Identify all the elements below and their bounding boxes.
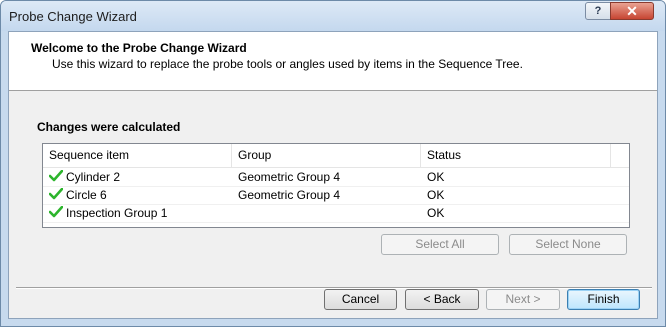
page-title: Welcome to the Probe Change Wizard bbox=[31, 41, 247, 55]
sequence-item-label: Cylinder 2 bbox=[66, 170, 121, 184]
changes-list[interactable]: Sequence item Group Status Cylinder 2 Ge… bbox=[42, 143, 630, 228]
wizard-window: Probe Change Wizard ? ✕ Welcome to the P… bbox=[0, 0, 666, 327]
checkmark-icon bbox=[49, 170, 63, 182]
list-row[interactable]: Cylinder 2 Geometric Group 4 OK bbox=[43, 168, 629, 187]
list-row[interactable]: Inspection Group 1 OK bbox=[43, 204, 629, 223]
list-row[interactable]: Circle 6 Geometric Group 4 OK bbox=[43, 186, 629, 205]
sequence-item-cell: Circle 6 bbox=[43, 186, 232, 204]
checkmark-icon bbox=[49, 206, 63, 218]
back-button[interactable]: < Back bbox=[405, 289, 479, 310]
status-cell: OK bbox=[427, 170, 445, 184]
page-description: Use this wizard to replace the probe too… bbox=[52, 57, 523, 71]
help-button[interactable]: ? bbox=[585, 2, 611, 20]
checkmark-icon bbox=[49, 188, 63, 200]
title-bar[interactable]: Probe Change Wizard ? ✕ bbox=[1, 1, 665, 31]
wizard-body: Welcome to the Probe Change Wizard Use t… bbox=[8, 31, 658, 319]
cancel-button[interactable]: Cancel bbox=[324, 289, 397, 310]
close-button[interactable]: ✕ bbox=[610, 2, 654, 20]
finish-button[interactable]: Finish bbox=[567, 289, 640, 310]
section-title: Changes were calculated bbox=[37, 120, 181, 134]
group-cell: Geometric Group 4 bbox=[238, 170, 341, 184]
status-cell: OK bbox=[427, 206, 445, 220]
window-title: Probe Change Wizard bbox=[9, 9, 137, 24]
wizard-header: Welcome to the Probe Change Wizard Use t… bbox=[9, 32, 657, 91]
next-button[interactable]: Next > bbox=[486, 289, 560, 310]
sequence-item-label: Inspection Group 1 bbox=[66, 206, 168, 220]
column-header-sequence-item[interactable]: Sequence item bbox=[43, 144, 232, 167]
list-header: Sequence item Group Status bbox=[43, 144, 629, 168]
sequence-item-cell: Inspection Group 1 bbox=[43, 204, 232, 222]
column-header-group[interactable]: Group bbox=[232, 144, 421, 167]
status-cell: OK bbox=[427, 188, 445, 202]
column-header-status[interactable]: Status bbox=[421, 144, 611, 167]
sequence-item-label: Circle 6 bbox=[66, 188, 107, 202]
sequence-item-cell: Cylinder 2 bbox=[43, 168, 232, 186]
group-cell bbox=[232, 204, 421, 222]
select-all-button[interactable]: Select All bbox=[381, 234, 499, 255]
group-cell: Geometric Group 4 bbox=[238, 188, 341, 202]
select-none-button[interactable]: Select None bbox=[509, 234, 627, 255]
